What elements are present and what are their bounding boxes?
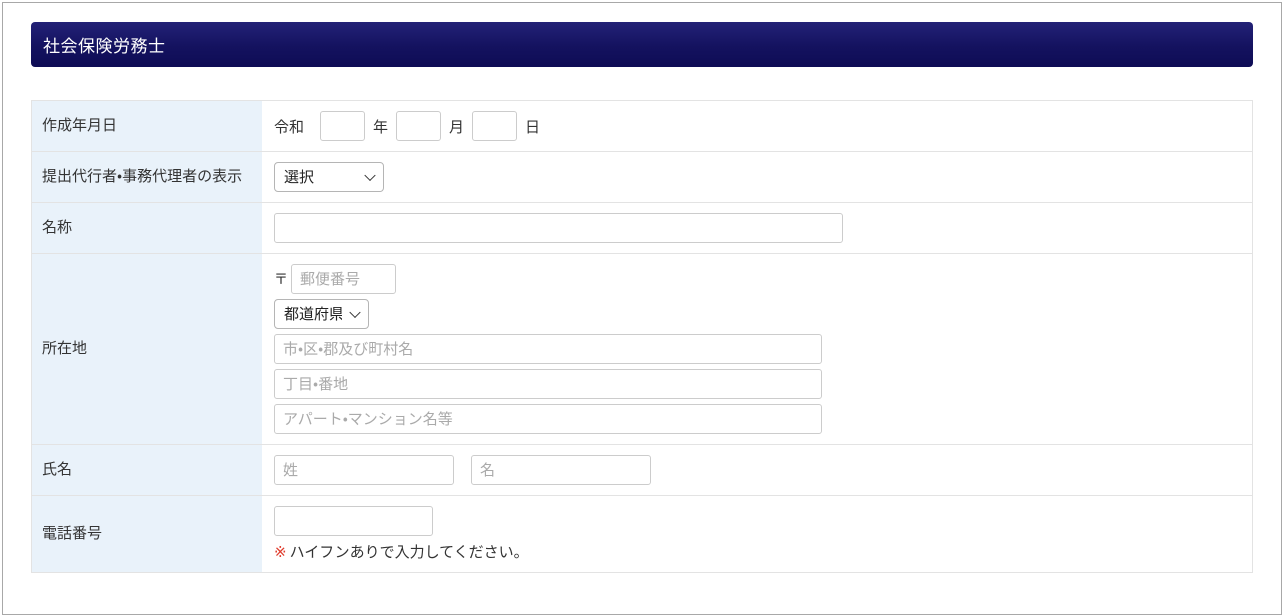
fullname-row-content: [264, 445, 1252, 495]
row-label-address: 所在地: [32, 254, 264, 444]
day-input[interactable]: [472, 111, 518, 141]
postal-code-line: 〒: [274, 264, 396, 294]
month-unit-label: 月: [449, 118, 465, 136]
year-unit-label: 年: [373, 118, 389, 136]
form-row-name: 名称: [32, 203, 1252, 254]
row-label-phone: 電話番号: [32, 496, 264, 572]
city-input[interactable]: [274, 334, 822, 364]
agent-select[interactable]: 選択: [274, 162, 384, 192]
form-page: 社会保険労務士 作成年月日 令和 年 月 日 提出代行者・事務代理者の表示 選択: [2, 2, 1282, 615]
agent-row-content: 選択: [264, 152, 1252, 202]
page-title-bar: 社会保険労務士: [31, 22, 1253, 67]
year-input[interactable]: [320, 111, 366, 141]
phone-number-input[interactable]: [274, 506, 433, 536]
date-row-content: 令和 年 月 日: [264, 101, 1252, 151]
postal-mark-icon: 〒: [274, 271, 288, 287]
organization-name-input[interactable]: [274, 213, 843, 243]
form-row-agent: 提出代行者・事務代理者の表示 選択: [32, 152, 1252, 203]
prefecture-select[interactable]: 都道府県: [274, 299, 369, 329]
page-title: 社会保険労務士: [43, 37, 166, 56]
row-label-agent: 提出代行者・事務代理者の表示: [32, 152, 264, 202]
phone-note-text: ハイフンありで入力してください。: [289, 544, 529, 561]
required-asterisk-icon: ※: [274, 543, 287, 561]
form-row-address: 所在地 〒 都道府県: [32, 254, 1252, 445]
street-input[interactable]: [274, 369, 822, 399]
row-label-date: 作成年月日: [32, 101, 264, 151]
last-name-input[interactable]: [274, 455, 454, 485]
era-label: 令和: [274, 118, 305, 136]
first-name-input[interactable]: [471, 455, 651, 485]
postal-code-input[interactable]: [291, 264, 396, 294]
building-input[interactable]: [274, 404, 822, 434]
phone-note: ※ ハイフンありで入力してください。: [274, 541, 529, 562]
form-row-date: 作成年月日 令和 年 月 日: [32, 101, 1252, 152]
row-label-fullname: 氏名: [32, 445, 264, 495]
day-unit-label: 日: [525, 118, 541, 136]
month-input[interactable]: [396, 111, 442, 141]
form-row-phone: 電話番号 ※ ハイフンありで入力してください。: [32, 496, 1252, 572]
row-label-name: 名称: [32, 203, 264, 253]
name-row-content: [264, 203, 1252, 253]
form-row-fullname: 氏名: [32, 445, 1252, 496]
address-row-content: 〒 都道府県: [264, 254, 1252, 444]
phone-row-content: ※ ハイフンありで入力してください。: [264, 496, 1252, 572]
form-table: 作成年月日 令和 年 月 日 提出代行者・事務代理者の表示 選択 名称 所在地 …: [31, 100, 1253, 573]
